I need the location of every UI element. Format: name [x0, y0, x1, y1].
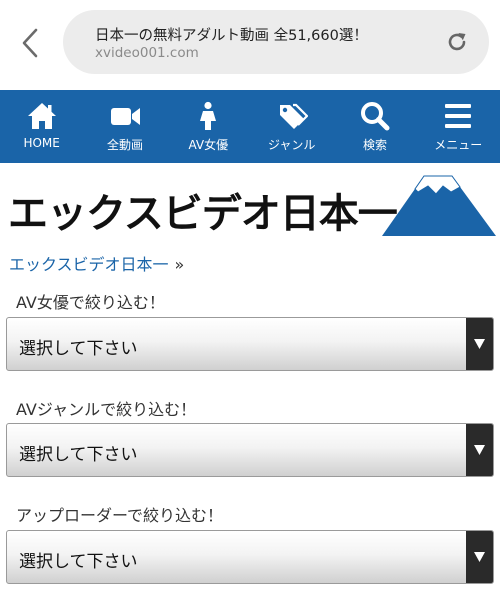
nav-item-genre[interactable]: ジャンル	[250, 90, 333, 163]
genre-select[interactable]: 選択して下さい	[6, 423, 494, 477]
filter-label-actress: AV女優で絞り込む！	[16, 293, 165, 312]
main-nav: HOME 全動画 AV女優 ジャンル 検索 メニュー	[0, 90, 500, 163]
nav-label-genre: ジャンル	[267, 138, 316, 152]
nav-item-search[interactable]: 検索	[333, 90, 416, 163]
nav-item-all-videos[interactable]: 全動画	[83, 90, 166, 163]
dropdown-arrow[interactable]	[466, 531, 493, 583]
triangle-down-icon	[474, 552, 485, 562]
logo-text: エックスビデオ日本一	[8, 191, 398, 237]
genre-select-value: 選択して下さい	[19, 445, 138, 465]
person-icon	[200, 101, 217, 130]
uploader-select-value: 選択して下さい	[19, 552, 138, 572]
hamburger-menu-icon	[445, 104, 472, 128]
address-bar[interactable]: 日本一の無料アダルト動画 全51,660選！ xvideo001.com	[63, 10, 489, 74]
nav-label-av-actress: AV女優	[188, 138, 229, 152]
chevron-left-icon	[22, 28, 38, 58]
nav-label-home: HOME	[23, 136, 60, 150]
nav-label-menu: メニュー	[434, 138, 483, 152]
reload-button[interactable]	[446, 31, 468, 53]
nav-item-av-actress[interactable]: AV女優	[167, 90, 250, 163]
triangle-down-icon	[474, 445, 485, 455]
page-title: 日本一の無料アダルト動画 全51,660選！	[95, 28, 368, 44]
site-logo[interactable]: エックスビデオ日本一	[0, 166, 500, 240]
nav-item-menu[interactable]: メニュー	[417, 90, 500, 163]
nav-item-home[interactable]: HOME	[0, 90, 83, 163]
home-icon	[27, 103, 56, 129]
reload-icon	[448, 33, 466, 51]
browser-toolbar: 日本一の無料アダルト動画 全51,660選！ xvideo001.com	[0, 0, 500, 88]
dropdown-arrow[interactable]	[466, 318, 493, 370]
filter-label-genre: AVジャンルで絞り込む！	[16, 400, 197, 419]
breadcrumb: エックスビデオ日本一 »	[9, 251, 184, 275]
actress-select[interactable]: 選択して下さい	[6, 317, 494, 371]
url-text: xvideo001.com	[95, 45, 199, 61]
uploader-select[interactable]: 選択して下さい	[6, 530, 494, 584]
breadcrumb-separator: »	[174, 255, 185, 274]
nav-label-search: 検索	[362, 138, 387, 152]
mount-fuji-logo-icon	[382, 175, 496, 236]
back-button[interactable]	[18, 26, 46, 60]
tags-icon	[279, 103, 308, 129]
filter-label-uploader: アップローダーで絞り込む！	[16, 506, 224, 525]
nav-label-all-videos: 全動画	[106, 138, 143, 152]
dropdown-arrow[interactable]	[466, 424, 493, 476]
actress-select-value: 選択して下さい	[19, 339, 138, 359]
video-camera-icon	[110, 108, 140, 125]
search-icon	[360, 102, 390, 131]
breadcrumb-home-link[interactable]: エックスビデオ日本一	[9, 255, 169, 274]
triangle-down-icon	[474, 339, 485, 349]
